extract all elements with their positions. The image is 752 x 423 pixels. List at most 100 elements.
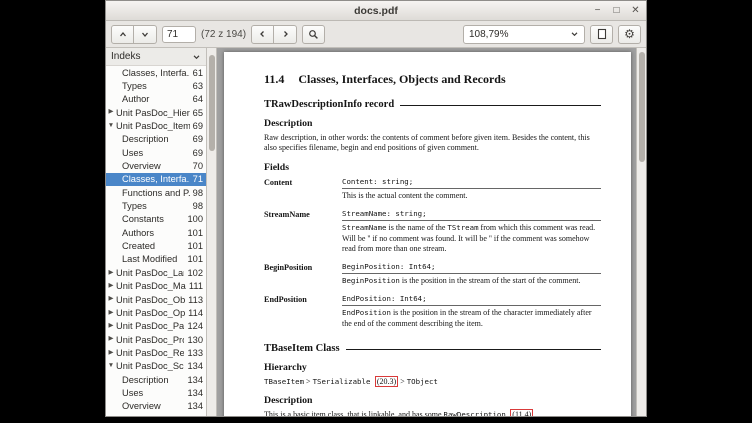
expander-collapsed-icon[interactable]: ▶	[106, 336, 116, 343]
member-name: BeginPosition	[264, 262, 342, 289]
sidebar-item-page: 133	[187, 348, 203, 358]
sidebar-item-label: Author	[122, 94, 190, 104]
expander-collapsed-icon[interactable]: ▶	[106, 296, 116, 303]
cross-ref-link[interactable]: (20.3)	[375, 376, 398, 387]
fields-heading: Fields	[264, 162, 601, 173]
expander-expanded-icon[interactable]: ▼	[106, 123, 116, 130]
maximize-icon[interactable]: □	[610, 4, 623, 17]
sidebar-item-page: 69	[193, 121, 203, 131]
identifier-text: TSerializable	[313, 377, 375, 386]
sidebar-item-label: Unit PasDoc_Opti...	[116, 308, 185, 318]
zoom-combobox[interactable]: 108,79%	[463, 25, 585, 44]
window-title: docs.pdf	[106, 5, 646, 17]
sidebar-item-label: Classes, Interfa...	[122, 174, 190, 184]
sidebar-item-label: Unit PasDoc_Lan...	[116, 268, 184, 278]
sidebar-item-label: Description	[122, 134, 190, 144]
expander-collapsed-icon[interactable]: ▶	[106, 109, 116, 116]
member-row: StreamNameStreamName: string;StreamName …	[264, 209, 601, 257]
sidebar-item[interactable]: ▶Unit PasDoc_Obj...113	[106, 293, 206, 306]
declaration-line: StreamName: string;	[342, 209, 601, 219]
sidebar-item[interactable]: Overview134	[106, 400, 206, 413]
sidebar-item[interactable]: ▼Unit PasDoc_Items69	[106, 119, 206, 132]
sidebar-scrollbar[interactable]	[207, 48, 217, 416]
sidebar-item[interactable]: Description134	[106, 373, 206, 386]
view-options-button[interactable]	[590, 25, 613, 44]
sidebar-item[interactable]: Constants100	[106, 213, 206, 226]
sidebar-item-label: Constants	[122, 214, 184, 224]
sidebar-mode-dropdown[interactable]: Indeks	[106, 48, 206, 66]
sidebar-item[interactable]: ▶Unit PasDoc_Proc...130	[106, 333, 206, 346]
sidebar-item-page: 101	[187, 228, 203, 238]
sidebar-item-page: 69	[193, 134, 203, 144]
expander-collapsed-icon[interactable]: ▶	[106, 310, 116, 317]
sidebar-item[interactable]: Description69	[106, 133, 206, 146]
member-paragraph: BeginPosition is the position in the str…	[342, 276, 601, 286]
sidebar-item-page: 70	[193, 161, 203, 171]
main-area: Indeks Classes, Interfa...61Types63Autho…	[106, 48, 646, 416]
sidebar-item[interactable]: Uses69	[106, 146, 206, 159]
page-number-input[interactable]	[162, 26, 196, 43]
declaration-line: BeginPosition: Int64;	[342, 262, 601, 272]
expander-collapsed-icon[interactable]: ▶	[106, 270, 116, 277]
sidebar-item-label: Types	[122, 81, 190, 91]
expander-collapsed-icon[interactable]: ▶	[106, 283, 116, 290]
minimize-icon[interactable]: −	[591, 4, 604, 17]
title-rule	[400, 105, 601, 106]
class-description-text: This is a basic item class, that is link…	[264, 410, 601, 416]
sidebar-item[interactable]: Created101	[106, 239, 206, 252]
sidebar-item[interactable]: Classes, Interfa...61	[106, 66, 206, 79]
cross-ref-link[interactable]: (11.4)	[510, 409, 533, 416]
member-row: BeginPositionBeginPosition: Int64; BeginP…	[264, 262, 601, 289]
menu-button[interactable]: ⚙	[618, 25, 641, 44]
hierarchy-line: TBaseItem > TSerializable (20.3) > TObje…	[264, 377, 601, 387]
sidebar-item[interactable]: ▶Unit PasDoc_Hier...65	[106, 106, 206, 119]
expander-collapsed-icon[interactable]: ▶	[106, 323, 116, 330]
previous-page-button[interactable]	[111, 25, 134, 44]
search-button[interactable]	[302, 25, 325, 44]
sidebar-item[interactable]: Overview70	[106, 159, 206, 172]
chevron-down-icon	[192, 53, 201, 61]
sidebar-item-page: 111	[189, 281, 203, 291]
sidebar-item-label: Unit PasDoc_Parser	[116, 321, 184, 331]
sidebar-item[interactable]: ▶Unit PasDoc_Main111	[106, 280, 206, 293]
sidebar-item-page: 69	[193, 148, 203, 158]
document-view[interactable]: 11.4Classes, Interfaces, Objects and Rec…	[217, 48, 636, 416]
sidebar-item[interactable]: Last Modified101	[106, 253, 206, 266]
member-paragraph: EndPosition is the position in the strea…	[342, 308, 601, 329]
sidebar-item[interactable]: Functions and P...98	[106, 186, 206, 199]
expander-expanded-icon[interactable]: ▼	[106, 363, 116, 370]
sidebar-item[interactable]: Classes, Interfa...135	[106, 413, 206, 416]
sidebar-item[interactable]: Classes, Interfa...71	[106, 173, 206, 186]
sidebar-item[interactable]: ▶Unit PasDoc_Opti...114	[106, 306, 206, 319]
sidebar-item[interactable]: ▶Unit PasDoc_Reg133	[106, 346, 206, 359]
sidebar-item[interactable]: ▼Unit PasDoc_Sca...134	[106, 360, 206, 373]
titlebar[interactable]: docs.pdf − □ ✕	[106, 1, 646, 21]
sidebar-item-page: 134	[187, 375, 203, 385]
sidebar-item[interactable]: Author64	[106, 93, 206, 106]
document-scrollbar-thumb[interactable]	[639, 52, 645, 162]
section-title: Classes, Interfaces, Objects and Records	[298, 72, 505, 86]
chevron-right-icon	[281, 29, 290, 39]
sidebar-scrollbar-thumb[interactable]	[209, 55, 215, 151]
expander-collapsed-icon[interactable]: ▶	[106, 350, 116, 357]
sidebar-item-label: Uses	[122, 148, 190, 158]
class-title-text: TBaseItem Class	[264, 343, 340, 354]
sidebar-item[interactable]: ▶Unit PasDoc_Lan...102	[106, 266, 206, 279]
sidebar-item[interactable]: Types98	[106, 199, 206, 212]
sidebar-item-page: 102	[187, 268, 203, 278]
sidebar-item[interactable]: Types63	[106, 79, 206, 92]
zoom-value: 108,79%	[469, 29, 570, 40]
close-icon[interactable]: ✕	[629, 4, 642, 17]
sidebar-item-label: Overview	[122, 161, 190, 171]
sidebar-item[interactable]: Uses134	[106, 386, 206, 399]
toolbar: (72 z 194) 108,79% ⚙	[106, 21, 646, 48]
history-back-button[interactable]	[251, 25, 274, 44]
document-scrollbar[interactable]	[636, 48, 646, 416]
history-forward-button[interactable]	[274, 25, 297, 44]
sidebar-item[interactable]: Authors101	[106, 226, 206, 239]
member-row: EndPositionEndPosition: Int64;EndPositio…	[264, 294, 601, 331]
sidebar-item-page: 124	[187, 321, 203, 331]
sidebar-item[interactable]: ▶Unit PasDoc_Parser124	[106, 320, 206, 333]
chevron-down-icon	[140, 30, 150, 39]
next-page-button[interactable]	[134, 25, 157, 44]
